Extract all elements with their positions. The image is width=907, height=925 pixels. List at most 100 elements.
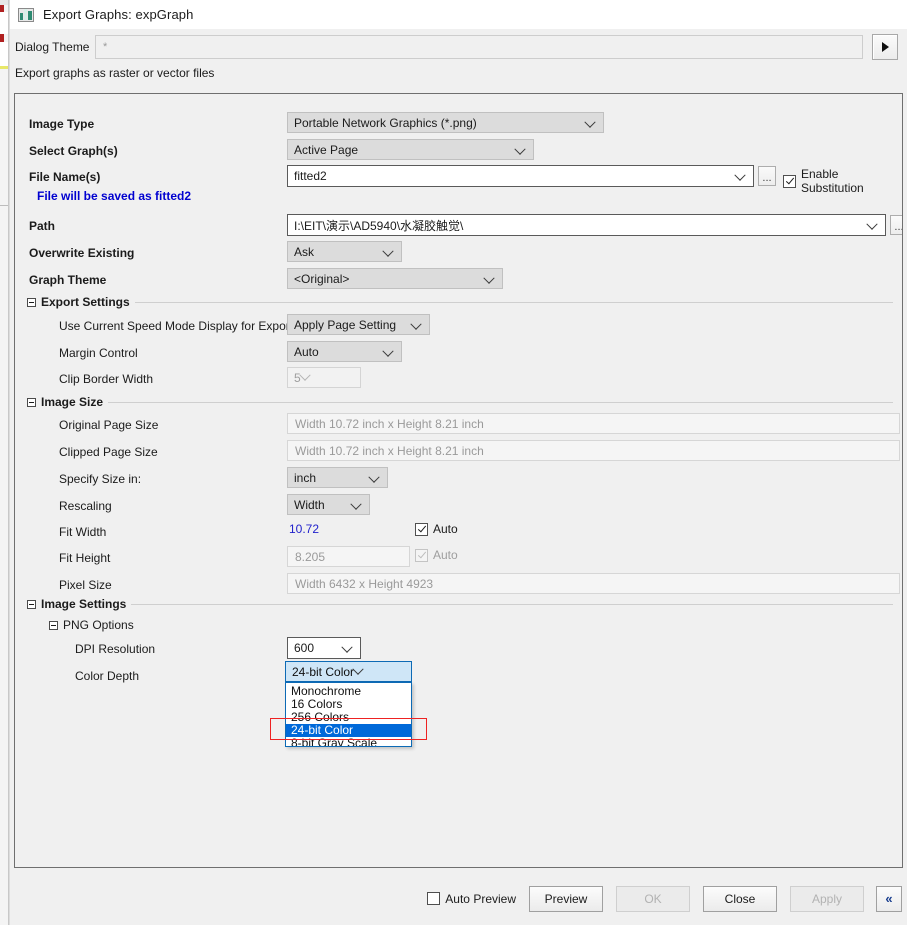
preview-button[interactable]: Preview bbox=[529, 886, 603, 912]
margin-control-row: Margin Control bbox=[59, 342, 138, 364]
list-item[interactable]: Monochrome bbox=[286, 685, 411, 698]
pixel-size-value: Width 6432 x Height 4923 bbox=[287, 573, 900, 594]
dialog-footer: Auto Preview Preview OK Close Apply « bbox=[10, 872, 907, 925]
original-page-size-value: Width 10.72 inch x Height 8.21 inch bbox=[287, 413, 900, 434]
specify-size-in-select[interactable]: inch bbox=[287, 467, 388, 488]
pixel-size-row: Pixel Size bbox=[59, 574, 112, 596]
overwrite-existing-row: Overwrite Existing bbox=[29, 242, 134, 264]
fit-height-row: Fit Height bbox=[59, 547, 110, 569]
margin-control-label: Margin Control bbox=[59, 346, 138, 360]
dpi-resolution-select[interactable]: 600 bbox=[287, 637, 361, 659]
rescaling-value: Width bbox=[294, 498, 325, 512]
specify-size-in-value: inch bbox=[294, 471, 316, 485]
close-button[interactable]: Close bbox=[703, 886, 777, 912]
fit-height-value: 8.205 bbox=[287, 546, 410, 567]
margin-control-select[interactable]: Auto bbox=[287, 341, 402, 362]
file-names-input[interactable]: fitted2 bbox=[287, 165, 754, 187]
dialog-theme-menu-button[interactable] bbox=[872, 34, 898, 60]
checkbox-box bbox=[783, 175, 796, 188]
speed-mode-label: Use Current Speed Mode Display for Expor… bbox=[59, 319, 293, 333]
background-window-sliver bbox=[0, 0, 9, 925]
clipped-page-size-row: Clipped Page Size bbox=[59, 441, 158, 463]
list-item[interactable]: 256 Colors bbox=[286, 711, 411, 724]
color-depth-options-list[interactable]: Monochrome 16 Colors 256 Colors 24-bit C… bbox=[285, 682, 412, 747]
select-graphs-select[interactable]: Active Page bbox=[287, 139, 534, 160]
auto-preview-checkbox[interactable]: Auto Preview bbox=[427, 892, 516, 906]
margin-control-value: Auto bbox=[294, 345, 319, 359]
fit-width-row: Fit Width bbox=[59, 521, 106, 543]
fit-width-auto-checkbox[interactable]: Auto bbox=[415, 522, 458, 536]
clip-border-width-row: Clip Border Width bbox=[59, 368, 153, 390]
image-settings-group-header[interactable]: Image Settings bbox=[27, 596, 893, 612]
list-item[interactable]: 8-bit Gray Scale bbox=[286, 737, 411, 747]
auto-preview-label: Auto Preview bbox=[445, 892, 516, 906]
image-size-group-header[interactable]: Image Size bbox=[27, 394, 893, 410]
ok-button: OK bbox=[616, 886, 690, 912]
fit-height-auto-checkbox: Auto bbox=[415, 548, 458, 562]
apply-button: Apply bbox=[790, 886, 864, 912]
chevron-down-icon bbox=[352, 503, 361, 508]
chevron-down-icon bbox=[343, 646, 352, 651]
color-depth-select[interactable]: 24-bit Color bbox=[285, 661, 412, 682]
chevron-down-icon bbox=[485, 277, 494, 282]
path-label: Path bbox=[29, 219, 55, 233]
chevron-down-icon bbox=[370, 476, 379, 481]
clipped-page-size-value: Width 10.72 inch x Height 8.21 inch bbox=[287, 440, 900, 461]
collapse-minus-icon[interactable] bbox=[27, 398, 36, 407]
image-type-label: Image Type bbox=[29, 117, 94, 131]
speed-mode-row: Use Current Speed Mode Display for Expor… bbox=[59, 315, 293, 337]
original-page-size-row: Original Page Size bbox=[59, 414, 158, 436]
path-input[interactable]: I:\EIT\演示\AD5940\水凝胶触觉\ bbox=[287, 214, 886, 236]
fit-width-auto-label: Auto bbox=[433, 522, 458, 536]
chevron-down-icon bbox=[354, 668, 362, 676]
export-settings-group-header[interactable]: Export Settings bbox=[27, 294, 893, 310]
window-title: Export Graphs: expGraph bbox=[43, 7, 193, 22]
chevron-down-icon bbox=[736, 174, 745, 179]
color-depth-label: Color Depth bbox=[75, 669, 139, 683]
rescaling-select[interactable]: Width bbox=[287, 494, 370, 515]
file-saved-as-note: File will be saved as fitted2 bbox=[37, 189, 191, 203]
specify-size-in-label: Specify Size in: bbox=[59, 472, 141, 486]
path-value: I:\EIT\演示\AD5940\水凝胶触觉\ bbox=[294, 217, 463, 234]
fit-width-value[interactable]: 10.72 bbox=[289, 522, 319, 536]
image-settings-group-label: Image Settings bbox=[41, 597, 131, 611]
dpi-resolution-value: 600 bbox=[294, 641, 314, 655]
graph-theme-select[interactable]: <Original> bbox=[287, 268, 503, 289]
select-graphs-value: Active Page bbox=[294, 143, 358, 157]
graph-theme-value: <Original> bbox=[294, 272, 349, 286]
select-graphs-row: Select Graph(s) bbox=[29, 140, 118, 162]
enable-substitution-label: Enable Substitution bbox=[801, 167, 902, 195]
collapse-panel-button[interactable]: « bbox=[876, 886, 902, 912]
speed-mode-value: Apply Page Setting bbox=[294, 318, 396, 332]
collapse-minus-icon[interactable] bbox=[27, 298, 36, 307]
fit-width-label: Fit Width bbox=[59, 525, 106, 539]
image-type-select[interactable]: Portable Network Graphics (*.png) bbox=[287, 112, 604, 133]
enable-substitution-checkbox[interactable]: Enable Substitution bbox=[783, 167, 902, 195]
path-row: Path bbox=[29, 215, 55, 237]
color-depth-value: 24-bit Color bbox=[292, 665, 354, 679]
rescaling-label: Rescaling bbox=[59, 499, 112, 513]
list-item[interactable]: 16 Colors bbox=[286, 698, 411, 711]
chevron-down-icon bbox=[586, 121, 595, 126]
collapse-minus-icon[interactable] bbox=[49, 621, 58, 630]
specify-size-in-row: Specify Size in: bbox=[59, 468, 141, 490]
speed-mode-select[interactable]: Apply Page Setting bbox=[287, 314, 430, 335]
collapse-minus-icon[interactable] bbox=[27, 600, 36, 609]
file-names-browse-button[interactable]: ... bbox=[758, 166, 776, 186]
play-triangle-icon bbox=[882, 42, 889, 52]
image-size-group-label: Image Size bbox=[41, 395, 108, 409]
dialog-window: Export Graphs: expGraph Dialog Theme * E… bbox=[9, 0, 907, 925]
group-divider bbox=[131, 604, 893, 605]
chevron-down-icon bbox=[384, 250, 393, 255]
dpi-resolution-label: DPI Resolution bbox=[75, 642, 155, 656]
overwrite-existing-select[interactable]: Ask bbox=[287, 241, 402, 262]
export-settings-group-label: Export Settings bbox=[41, 295, 135, 309]
list-item-selected[interactable]: 24-bit Color bbox=[286, 724, 411, 737]
dialog-theme-input[interactable]: * bbox=[95, 35, 863, 59]
chevron-down-icon bbox=[301, 374, 309, 382]
path-browse-button[interactable]: ... bbox=[890, 215, 903, 235]
dpi-resolution-row: DPI Resolution bbox=[75, 638, 155, 660]
file-names-row: File Name(s) bbox=[29, 166, 100, 188]
original-page-size-label: Original Page Size bbox=[59, 418, 158, 432]
fit-height-label: Fit Height bbox=[59, 551, 110, 565]
